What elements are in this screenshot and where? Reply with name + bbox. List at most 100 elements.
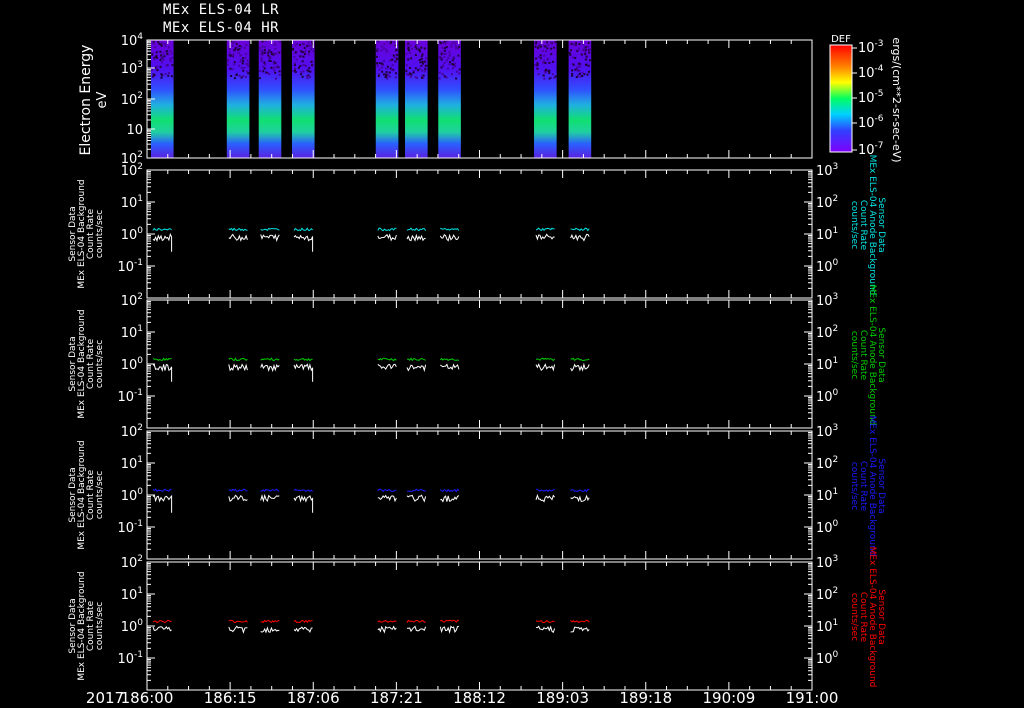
svg-text:100: 100 bbox=[816, 519, 839, 536]
count-panel-2-colored-trace-2 bbox=[228, 357, 248, 362]
count-panel-4-left-tick: 101 bbox=[121, 586, 143, 603]
chart-canvas: 104 103 102 10 102 Electron Energy eV DEF 10-3 10… bbox=[68, 32, 903, 707]
count-panel-2-colored-trace-3 bbox=[260, 357, 280, 362]
colorbar-unit-label: ergs/(cm**2-sr-sec-eV) bbox=[890, 37, 903, 162]
count-panel-3-white-trace-4 bbox=[293, 494, 314, 513]
svg-text:102: 102 bbox=[816, 194, 838, 211]
count-panel-1-right-tick: 101 bbox=[816, 226, 838, 243]
count-panel-1-white-trace-8 bbox=[535, 233, 555, 241]
count-panel-4-left-tick: 10-1 bbox=[117, 650, 143, 667]
spectrogram-ytick-label: 104 bbox=[121, 32, 144, 49]
count-panel-3-right-tick: 102 bbox=[816, 455, 838, 472]
count-panel-1-left-tick: 100 bbox=[121, 226, 144, 243]
count-panel-4-colored-trace-8 bbox=[535, 619, 555, 624]
spectrogram-ytick-label: 102 bbox=[121, 91, 143, 108]
svg-text:10-1: 10-1 bbox=[117, 650, 143, 667]
count-panel-1-white-trace-6 bbox=[406, 233, 426, 242]
count-panel-2-frame bbox=[146, 299, 813, 429]
count-panel-3-frame bbox=[146, 430, 813, 560]
svg-text:100: 100 bbox=[816, 650, 839, 667]
x-tick-label: 187:06 bbox=[287, 689, 340, 707]
count-panel-1-left-label: counts/sec bbox=[95, 210, 105, 258]
count-panel-2-white-trace-5 bbox=[377, 363, 397, 370]
count-panel-2-right-tick: 101 bbox=[816, 356, 838, 373]
colorbar-tick-label: 10-6 bbox=[858, 114, 884, 131]
count-panel-2-colored-trace-1 bbox=[152, 357, 172, 362]
count-panel-1-white-trace-1 bbox=[152, 232, 173, 252]
count-panel-2-colored-trace-7 bbox=[439, 357, 460, 362]
count-panel-3-right-tick: 100 bbox=[816, 519, 839, 536]
count-panel-1-colored-trace-2 bbox=[228, 227, 248, 232]
x-tick-label: 186:00 bbox=[121, 689, 174, 707]
count-panel-2-left-label: counts/sec bbox=[95, 340, 105, 388]
svg-text:101: 101 bbox=[121, 586, 143, 603]
count-panel-1-right-label: counts/sec bbox=[849, 201, 859, 249]
count-panel-3-right-tick: 101 bbox=[816, 487, 838, 504]
count-panel-4-right-tick: 103 bbox=[816, 554, 838, 571]
count-panel-4-white-trace-8 bbox=[535, 625, 556, 634]
count-panel-3-left-tick: 101 bbox=[121, 455, 143, 472]
count-panel-4-white-trace-3 bbox=[260, 626, 280, 634]
svg-text:10-5: 10-5 bbox=[858, 89, 884, 106]
count-panel-4-colored-trace-4 bbox=[293, 619, 313, 624]
svg-text:10: 10 bbox=[126, 123, 143, 138]
count-panel-2-left-tick: 101 bbox=[121, 324, 143, 341]
svg-text:101: 101 bbox=[121, 194, 143, 211]
count-panel-4-right-tick: 100 bbox=[816, 650, 839, 667]
count-panel-2-white-trace-3 bbox=[260, 363, 280, 373]
svg-text:10-4: 10-4 bbox=[858, 64, 884, 81]
count-panel-4-right-tick: 102 bbox=[816, 586, 838, 603]
x-tick-label: 190:09 bbox=[702, 689, 755, 707]
svg-text:102: 102 bbox=[816, 455, 838, 472]
count-panel-1-white-trace-2 bbox=[228, 233, 248, 242]
count-panel-2-right-tick: 102 bbox=[816, 324, 838, 341]
count-panel-3-colored-trace-1 bbox=[152, 488, 172, 492]
count-panel-3-left-tick: 100 bbox=[121, 487, 144, 504]
count-panel-2-right-tick: 100 bbox=[816, 388, 839, 405]
count-panel-3-colored-trace-9 bbox=[570, 488, 590, 493]
count-panel-4-colored-trace-2 bbox=[228, 619, 248, 624]
svg-text:10-1: 10-1 bbox=[117, 388, 143, 405]
count-panel-2-colored-trace-5 bbox=[377, 357, 397, 362]
count-panel-3-left-tick: 10-1 bbox=[117, 519, 143, 536]
colorbar-tick-label: 10-4 bbox=[858, 64, 884, 81]
svg-text:102: 102 bbox=[121, 554, 143, 571]
svg-text:100: 100 bbox=[121, 618, 144, 635]
count-panel-3-white-trace-5 bbox=[377, 494, 397, 503]
svg-text:102: 102 bbox=[816, 324, 838, 341]
count-panel-2-white-trace-9 bbox=[570, 362, 590, 372]
count-panel-4-right-tick: 101 bbox=[816, 618, 838, 635]
count-panel-1-colored-trace-7 bbox=[440, 227, 460, 231]
count-panel-3-colored-trace-4 bbox=[293, 488, 313, 493]
colorbar bbox=[829, 44, 853, 153]
svg-text:101: 101 bbox=[816, 487, 838, 504]
count-panel-3-white-trace-9 bbox=[570, 494, 590, 503]
count-panel-4-white-trace-9 bbox=[570, 626, 590, 633]
svg-text:103: 103 bbox=[816, 554, 838, 571]
count-panel-4-right-label: counts/sec bbox=[849, 593, 859, 641]
count-panel-3-white-trace-7 bbox=[440, 495, 460, 503]
count-panel-1-left-tick: 101 bbox=[121, 194, 143, 211]
x-tick-label: 191:00 bbox=[786, 689, 839, 707]
count-panel-3-right-tick: 103 bbox=[816, 423, 838, 440]
count-panel-3-colored-trace-5 bbox=[377, 488, 397, 493]
count-panel-1-white-trace-4 bbox=[293, 234, 314, 252]
svg-text:100: 100 bbox=[121, 487, 144, 504]
count-panel-3-colored-trace-6 bbox=[406, 488, 426, 492]
svg-text:102: 102 bbox=[816, 586, 838, 603]
count-panel-3-colored-trace-2 bbox=[228, 488, 248, 492]
count-panel-3-colored-trace-7 bbox=[439, 488, 460, 493]
svg-text:103: 103 bbox=[816, 292, 838, 309]
count-panel-2-colored-trace-6 bbox=[406, 357, 426, 362]
count-panel-3-white-trace-3 bbox=[260, 493, 280, 503]
count-panel-1-right-tick: 103 bbox=[816, 162, 838, 179]
count-panel-2-white-trace-2 bbox=[228, 363, 248, 372]
svg-text:100: 100 bbox=[121, 356, 144, 373]
colorbar-tick-label: 10-3 bbox=[858, 39, 884, 56]
count-panel-2-white-trace-1 bbox=[152, 363, 173, 382]
count-panel-1-colored-trace-9 bbox=[570, 227, 590, 232]
count-panel-4-left-label: counts/sec bbox=[95, 602, 105, 650]
spectrogram-ytick-label: 10 bbox=[126, 123, 143, 138]
svg-text:102: 102 bbox=[121, 292, 143, 309]
count-panel-2-white-trace-8 bbox=[535, 363, 556, 372]
